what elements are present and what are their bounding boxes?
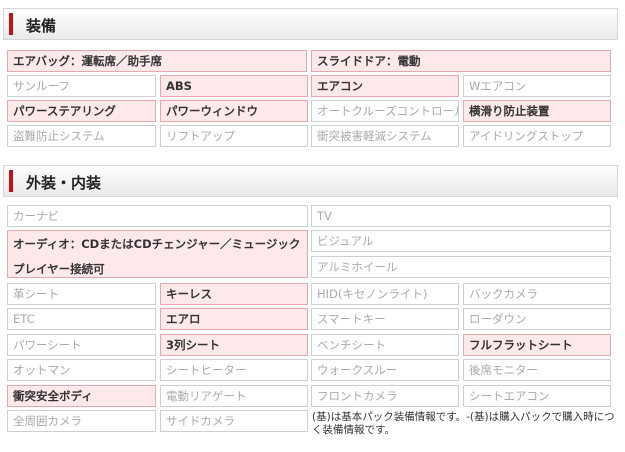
ext-rear-monitor: 後席モニター	[463, 359, 611, 381]
equip-cruise-control: オートクルーズコントロール	[311, 100, 459, 122]
ext-aero: エアロ	[160, 308, 308, 330]
equip-anti-theft: 盗難防止システム	[7, 125, 156, 147]
ext-back-camera: バックカメラ	[463, 283, 611, 305]
ext-walk-through: ウォークスルー	[311, 359, 459, 381]
equip-w-aircon: Wエアコン	[463, 75, 611, 97]
equip-airbag: エアバッグ：運転席／助手席	[7, 50, 307, 72]
equip-slide-door: スライドドア：電動	[311, 50, 611, 72]
ext-car-navi: カーナビ	[7, 205, 308, 227]
ext-lowdown: ローダウン	[463, 308, 611, 330]
ext-front-camera: フロントカメラ	[311, 385, 459, 407]
ext-seat-aircon: シートエアコン	[463, 385, 611, 407]
equip-abs: ABS	[160, 75, 308, 97]
equip-power-window: パワーウィンドウ	[160, 100, 308, 122]
section-header-exterior: 外装・内装	[3, 165, 618, 197]
ext-keyless: キーレス	[160, 283, 308, 305]
ext-etc: ETC	[7, 308, 156, 330]
section-header-equipment: 装備	[3, 8, 618, 40]
ext-audio: オーディオ：CDまたはCDチェンジャー／ミュージックプレイヤー接続可	[7, 230, 308, 278]
ext-around-view-camera: 全周囲カメラ	[7, 410, 156, 432]
ext-alloy-wheel: アルミホイール	[311, 256, 611, 278]
equip-power-steering: パワーステアリング	[7, 100, 156, 122]
ext-crash-safety-body: 衝突安全ボディ	[7, 385, 156, 407]
equip-anti-skid: 横滑り防止装置	[463, 100, 611, 122]
section-accent-bar	[9, 170, 13, 192]
ext-leather-seat: 革シート	[7, 283, 156, 305]
section-accent-bar	[9, 13, 13, 35]
equipment-note: (基)は基本パック装備情報です。-(基)は購入パックで購入時につく装備情報です。	[312, 411, 615, 436]
ext-visual: ビジュアル	[311, 230, 611, 252]
equip-idling-stop: アイドリングストップ	[463, 125, 611, 147]
ext-power-seat: パワーシート	[7, 334, 156, 356]
ext-smart-key: スマートキー	[311, 308, 459, 330]
equip-aircon: エアコン	[311, 75, 459, 97]
section-title: 外装・内装	[26, 174, 102, 192]
ext-ottoman: オットマン	[7, 359, 156, 381]
ext-seat-heater: シートヒーター	[160, 359, 308, 381]
ext-bench-seat: ベンチシート	[311, 334, 459, 356]
equip-collision-mitigation: 衝突被害軽減システム	[311, 125, 459, 147]
ext-side-camera: サイドカメラ	[160, 410, 308, 432]
equip-lift-up: リフトアップ	[160, 125, 308, 147]
ext-power-rear-gate: 電動リアゲート	[160, 385, 308, 407]
equip-sunroof: サンルーフ	[7, 75, 156, 97]
ext-third-row-seat: 3列シート	[160, 334, 308, 356]
ext-full-flat-seat: フルフラットシート	[463, 334, 611, 356]
section-title: 装備	[26, 17, 57, 35]
ext-tv: TV	[311, 205, 611, 227]
ext-hid: HID(キセノンライト)	[311, 283, 459, 305]
